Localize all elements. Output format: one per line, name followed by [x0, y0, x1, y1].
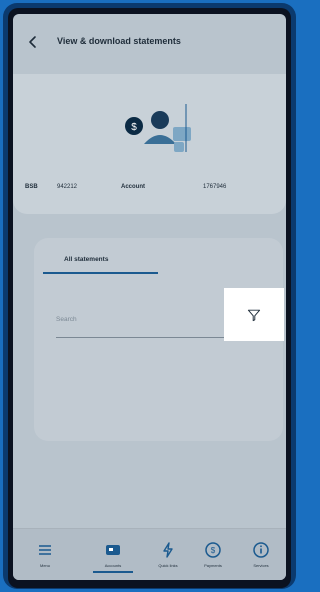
active-nav-underline	[93, 571, 133, 573]
nav-label: Payments	[204, 563, 222, 568]
nav-label: Accounts	[104, 563, 122, 568]
lightning-icon	[163, 542, 173, 558]
nav-accounts[interactable]: Accounts	[93, 541, 133, 568]
account-hero: $ BSB 942212 Account 1767946	[13, 74, 286, 214]
nav-label: Menu	[39, 563, 50, 568]
nav-label: Quick links	[158, 563, 178, 568]
nav-payments[interactable]: $ Payments	[193, 541, 233, 568]
tab-active-underline	[43, 272, 158, 274]
info-circle-icon	[253, 542, 269, 558]
statement-illustration: $	[125, 104, 191, 152]
page-title: View & download statements	[57, 36, 181, 46]
card-icon	[106, 545, 120, 555]
hamburger-icon	[39, 545, 51, 555]
account-value: 1767946	[203, 184, 227, 190]
account-label: Account	[121, 184, 145, 190]
nav-quick-links[interactable]: Quick links	[148, 541, 188, 568]
svg-text:$: $	[211, 546, 216, 555]
bottom-navigation: Menu Accounts Quick links $ Payments Ser…	[13, 528, 286, 580]
nav-services[interactable]: Services	[241, 541, 281, 568]
bsb-value: 942212	[57, 184, 78, 190]
nav-label: Services	[253, 563, 269, 568]
filter-button[interactable]	[224, 288, 284, 341]
dollar-circle-icon: $	[205, 542, 221, 558]
filter-icon	[247, 309, 261, 322]
chevron-left-icon[interactable]	[25, 34, 41, 50]
top-bar: View & download statements	[13, 14, 286, 74]
nav-menu[interactable]: Menu	[25, 541, 65, 568]
svg-text:$: $	[131, 122, 137, 133]
search-input[interactable]: Search	[56, 316, 77, 323]
bsb-label: BSB	[25, 184, 38, 190]
tab-all-statements[interactable]: All statements	[64, 256, 108, 263]
